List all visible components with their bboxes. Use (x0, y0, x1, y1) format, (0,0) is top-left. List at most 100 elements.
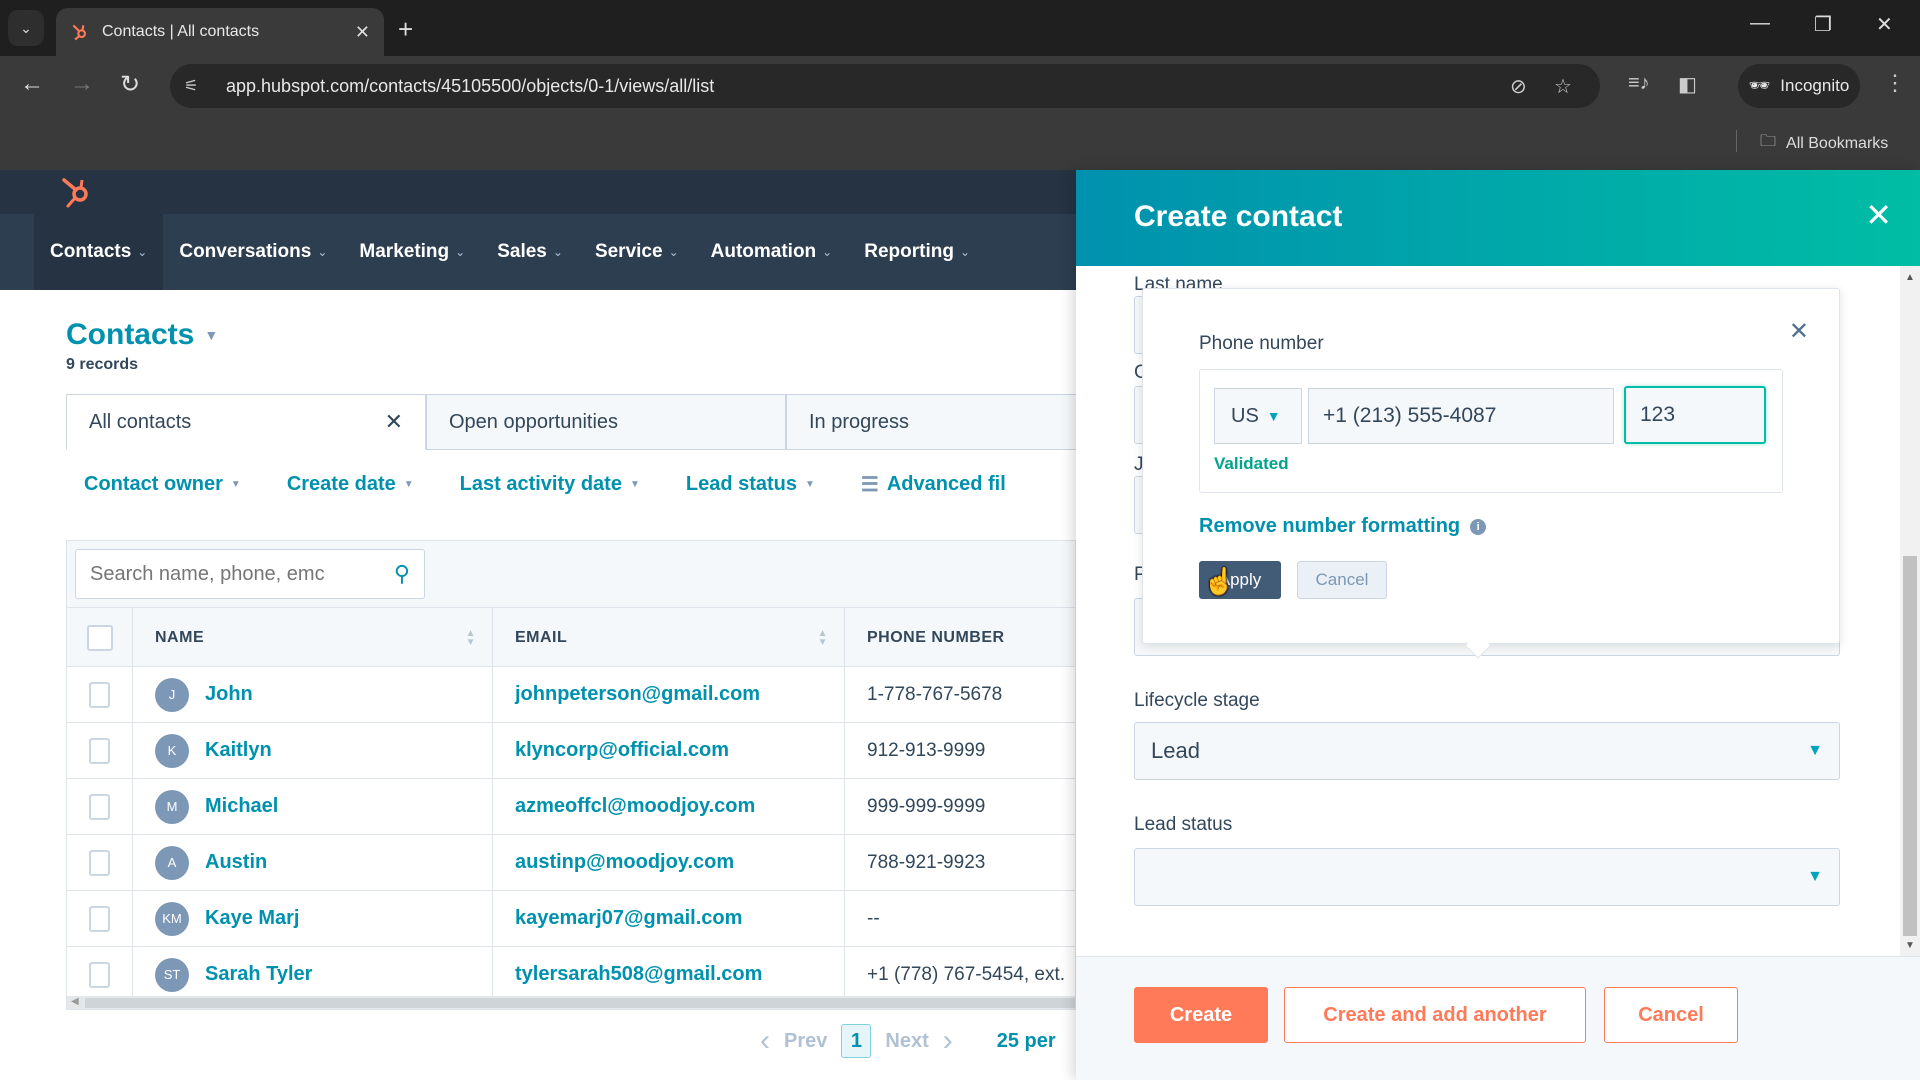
all-bookmarks-button[interactable]: 🗀 All Bookmarks (1760, 130, 1888, 157)
close-popover-icon[interactable]: ✕ (1789, 317, 1809, 346)
create-button[interactable]: Create (1134, 987, 1268, 1043)
tab-close-icon[interactable]: ✕ (355, 22, 370, 43)
star-icon[interactable]: ☆ (1554, 74, 1572, 99)
per-page-select[interactable]: 25 per (997, 1030, 1056, 1053)
back-icon[interactable]: ← (20, 70, 44, 98)
popover-cancel-button[interactable]: Cancel (1297, 561, 1387, 599)
vertical-scrollbar[interactable]: ▲ ▼ (1900, 266, 1920, 956)
row-checkbox[interactable] (89, 849, 110, 876)
scrollbar-thumb[interactable] (1903, 556, 1917, 936)
country-select[interactable]: US ▼ (1214, 388, 1302, 444)
filter-lead-status[interactable]: Lead status ▼ (686, 472, 815, 497)
nav-item-automation[interactable]: Automation ⌄ (695, 214, 849, 290)
phone-input[interactable] (1308, 388, 1614, 444)
tab-open-opportunities[interactable]: Open opportunities (426, 394, 786, 450)
url-text[interactable]: app.hubspot.com/contacts/45105500/object… (226, 76, 714, 97)
nav-label: Reporting (864, 241, 954, 262)
contact-name-link[interactable]: Sarah Tyler (205, 963, 312, 986)
country-code: US (1231, 404, 1259, 427)
sort-icon[interactable]: ▲ ▼ (466, 629, 476, 648)
incognito-badge[interactable]: 🕶 Incognito (1738, 64, 1860, 108)
reload-icon[interactable]: ↻ (120, 70, 140, 99)
filter-last-activity-date[interactable]: Last activity date ▼ (460, 472, 640, 497)
chevron-down-icon: ⌄ (455, 245, 466, 259)
page-title[interactable]: Contacts ▼ (66, 318, 218, 352)
row-checkbox[interactable] (89, 737, 110, 764)
row-checkbox[interactable] (89, 681, 110, 708)
extension-input[interactable] (1624, 386, 1766, 444)
info-icon[interactable]: i (1470, 518, 1487, 535)
close-panel-icon[interactable]: ✕ (1865, 196, 1892, 234)
remove-formatting-link[interactable]: Remove number formatting i (1199, 515, 1487, 538)
create-and-add-another-button[interactable]: Create and add another (1284, 987, 1586, 1043)
caret-down-icon: ▼ (230, 479, 241, 490)
row-checkbox[interactable] (89, 793, 110, 820)
email-link[interactable]: azmeoffcl@moodjoy.com (515, 795, 755, 818)
next-button[interactable]: Next (885, 1030, 928, 1053)
contact-name-link[interactable]: Kaitlyn (205, 739, 272, 762)
contact-name-link[interactable]: Michael (205, 795, 278, 818)
phone-editor: US ▼ Validated (1199, 369, 1783, 493)
email-link[interactable]: tylersarah508@gmail.com (515, 963, 762, 986)
view-tabs: All contacts ✕ Open opportunities In pro… (66, 394, 1146, 450)
nav-item-sales[interactable]: Sales ⌄ (481, 214, 579, 290)
close-tab-icon[interactable]: ✕ (385, 409, 403, 435)
prev-button[interactable]: Prev (784, 1030, 827, 1053)
cancel-button[interactable]: Cancel (1604, 987, 1738, 1043)
tab-all-contacts[interactable]: All contacts ✕ (66, 394, 426, 450)
row-checkbox[interactable] (89, 905, 110, 932)
nav-item-service[interactable]: Service ⌄ (579, 214, 695, 290)
lead-status-select[interactable]: ▼ (1134, 848, 1840, 906)
media-icon[interactable]: ≡♪ (1628, 72, 1650, 95)
scroll-left-icon[interactable]: ◀ (71, 996, 79, 1007)
email-link[interactable]: kayemarj07@gmail.com (515, 907, 742, 930)
browser-tab[interactable]: Contacts | All contacts ✕ (56, 8, 384, 56)
sort-icon[interactable]: ▲ ▼ (818, 629, 828, 648)
scroll-up-icon[interactable]: ▲ (1905, 272, 1915, 283)
tab-label: Open opportunities (449, 410, 619, 433)
search-box[interactable]: ⚲ (75, 549, 425, 599)
chevron-left-icon[interactable]: ‹ (760, 1024, 770, 1058)
minimize-icon[interactable]: — (1750, 12, 1770, 35)
nav-item-marketing[interactable]: Marketing ⌄ (343, 214, 481, 290)
filter-create-date[interactable]: Create date ▼ (287, 472, 414, 497)
window-close-icon[interactable]: ✕ (1876, 12, 1893, 37)
nav-label: Service (594, 241, 663, 262)
search-input[interactable] (90, 562, 370, 586)
row-select-cell (67, 723, 133, 778)
email-link[interactable]: klyncorp@official.com (515, 739, 729, 762)
email-link[interactable]: austinp@moodjoy.com (515, 851, 734, 874)
current-page[interactable]: 1 (841, 1024, 872, 1058)
side-panel-icon[interactable]: ◧ (1678, 72, 1697, 97)
eye-off-icon[interactable]: ⊘ (1510, 74, 1527, 99)
scrollbar-thumb[interactable] (85, 998, 1075, 1008)
filter-contact-owner[interactable]: Contact owner ▼ (84, 472, 241, 497)
new-tab-icon[interactable]: + (398, 14, 413, 45)
email-link[interactable]: johnpeterson@gmail.com (515, 683, 760, 706)
restore-icon[interactable]: ❐ (1814, 12, 1832, 37)
contact-name-link[interactable]: John (205, 683, 253, 706)
contact-name-link[interactable]: Austin (205, 851, 267, 874)
contact-name-link[interactable]: Kaye Marj (205, 907, 300, 930)
nav-item-conversations[interactable]: Conversations ⌄ (163, 214, 343, 290)
email-cell: klyncorp@official.com (493, 723, 845, 778)
hubspot-logo-icon[interactable] (60, 176, 96, 210)
column-header-phone[interactable]: PHONE NUMBER (845, 608, 1075, 668)
select-all-checkbox[interactable] (86, 625, 113, 651)
search-icon[interactable]: ⚲ (394, 561, 410, 587)
tab-search-button[interactable]: ⌄ (8, 10, 44, 46)
advanced-filters-button[interactable]: ☰ Advanced fil (861, 472, 1006, 497)
address-bar[interactable]: ⚟ app.hubspot.com/contacts/45105500/obje… (170, 64, 1600, 108)
lifecycle-stage-select[interactable]: Lead ▼ (1134, 722, 1840, 780)
site-info-icon[interactable]: ⚟ (184, 76, 214, 96)
horizontal-scrollbar[interactable]: ◀ (67, 996, 1075, 1009)
row-checkbox[interactable] (89, 961, 110, 988)
menu-icon[interactable]: ⋮ (1884, 70, 1906, 96)
chevron-right-icon[interactable]: › (943, 1024, 953, 1058)
column-header-name[interactable]: NAME ▲ ▼ (133, 608, 493, 668)
scroll-down-icon[interactable]: ▼ (1905, 940, 1915, 951)
forward-icon[interactable]: → (70, 70, 94, 98)
column-header-email[interactable]: EMAIL ▲ ▼ (493, 608, 845, 668)
nav-item-contacts[interactable]: Contacts ⌄ (34, 214, 164, 290)
nav-item-reporting[interactable]: Reporting ⌄ (848, 214, 986, 290)
